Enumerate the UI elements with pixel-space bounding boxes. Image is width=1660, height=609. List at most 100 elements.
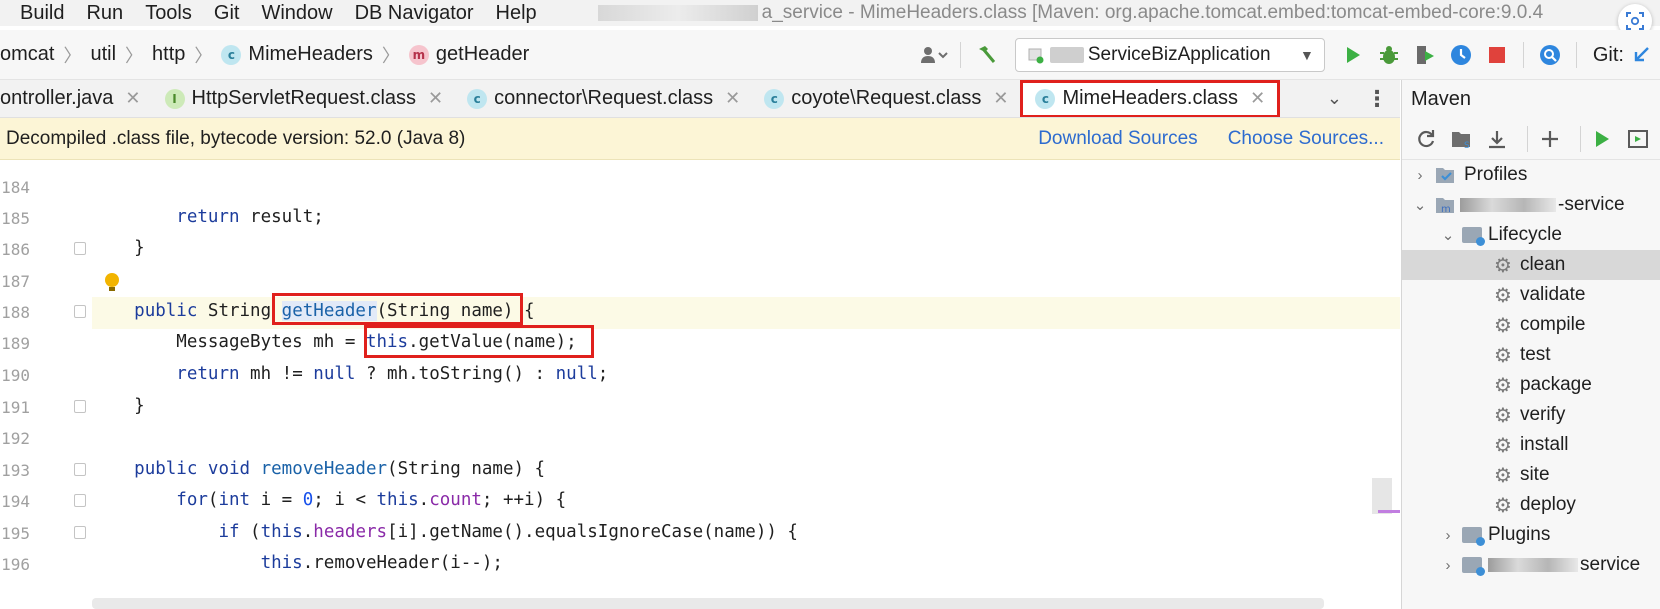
download-sources-link[interactable]: Download Sources xyxy=(1038,128,1197,150)
execute-goal-icon[interactable] xyxy=(1624,124,1652,154)
chevron-right-icon[interactable]: › xyxy=(1440,527,1456,544)
breadcrumb-http[interactable]: http xyxy=(152,43,185,66)
tree-label: install xyxy=(1519,434,1569,455)
tree-item-package[interactable]: ⚙ package xyxy=(1402,370,1660,400)
chevron-right-icon: 〉 xyxy=(63,45,82,66)
git-update-arrow-icon[interactable] xyxy=(1627,40,1657,70)
menu-bar: Build Run Tools Git Window DB Navigator … xyxy=(0,0,1660,38)
tree-label: package xyxy=(1519,374,1592,395)
breadcrumb-getheader[interactable]: getHeader xyxy=(436,43,529,66)
tree-item-validate[interactable]: ⚙ validate xyxy=(1402,280,1660,310)
line-number: 194 xyxy=(1,492,30,511)
more-options-icon[interactable]: ⋮ xyxy=(1366,86,1388,112)
tree-item-plugins[interactable]: › Plugins xyxy=(1402,520,1660,550)
debug-icon[interactable] xyxy=(1374,40,1404,70)
divider xyxy=(1522,42,1524,68)
chevron-right-icon[interactable]: › xyxy=(1412,167,1428,184)
download-icon[interactable] xyxy=(1483,124,1511,154)
tab-label: connector\Request.class xyxy=(494,87,714,109)
close-icon[interactable]: ✕ xyxy=(125,88,140,109)
chevron-down-icon[interactable]: ⌄ xyxy=(1327,88,1342,109)
run-configuration-select[interactable]: ServiceBizApplication ▼ xyxy=(1014,38,1325,72)
tree-item-clean[interactable]: ⚙ clean xyxy=(1402,250,1660,280)
stop-icon[interactable] xyxy=(1482,40,1512,70)
tree-item-test[interactable]: ⚙ test xyxy=(1402,340,1660,370)
choose-sources-link[interactable]: Choose Sources... xyxy=(1228,128,1384,150)
user-profile-icon[interactable] xyxy=(919,40,949,70)
intention-bulb-icon[interactable] xyxy=(102,272,122,294)
menu-run[interactable]: Run xyxy=(75,0,134,26)
tree-label: Lifecycle xyxy=(1488,224,1562,245)
coverage-icon[interactable] xyxy=(1410,40,1440,70)
run-maven-icon[interactable] xyxy=(1589,124,1617,154)
tree-item-verify[interactable]: ⚙ verify xyxy=(1402,400,1660,430)
tab-connector-request[interactable]: c connector\Request.class ✕ xyxy=(455,80,752,117)
code-editor[interactable]: 184 185 186 187 188 189 190 191 192 193 … xyxy=(0,160,1400,609)
tab-httpservletrequest[interactable]: I HttpServletRequest.class ✕ xyxy=(153,80,456,117)
tree-item-install[interactable]: ⚙ install xyxy=(1402,430,1660,460)
breadcrumb-tomcat[interactable]: omcat xyxy=(0,43,54,66)
maven-toolbar: S xyxy=(1402,118,1660,160)
menu-tools[interactable]: Tools xyxy=(134,0,203,26)
tree-item-dependency[interactable]: › service xyxy=(1402,550,1660,580)
tab-label: ontroller.java xyxy=(0,87,114,109)
breadcrumb-mimeheaders[interactable]: MimeHeaders xyxy=(248,43,372,66)
close-icon[interactable]: ✕ xyxy=(725,88,740,109)
menu-window[interactable]: Window xyxy=(250,0,343,26)
generate-sources-icon[interactable]: S xyxy=(1448,124,1476,154)
tab-controller-java[interactable]: ontroller.java ✕ xyxy=(0,80,153,117)
chevron-right-icon[interactable]: › xyxy=(1440,557,1456,574)
line-number: 184 xyxy=(1,178,30,197)
gear-icon: ⚙ xyxy=(1494,493,1512,517)
tree-label: compile xyxy=(1519,314,1586,335)
tree-item-compile[interactable]: ⚙ compile xyxy=(1402,310,1660,340)
close-icon[interactable]: ✕ xyxy=(1250,88,1265,109)
add-icon[interactable] xyxy=(1536,124,1564,154)
redacted-project-name xyxy=(1460,198,1556,212)
line-number: 191 xyxy=(1,398,30,417)
fold-marker-icon[interactable] xyxy=(74,526,86,539)
run-icon[interactable] xyxy=(1338,40,1368,70)
tree-item-profiles[interactable]: › Profiles xyxy=(1402,160,1660,190)
build-hammer-icon[interactable] xyxy=(972,40,1002,70)
menu-db-navigator[interactable]: DB Navigator xyxy=(344,0,485,26)
profiles-folder-icon xyxy=(1436,168,1454,183)
code-line: this.removeHeader(i--); xyxy=(260,553,503,573)
interface-icon: I xyxy=(164,88,185,109)
profiler-icon[interactable] xyxy=(1446,40,1476,70)
chevron-down-icon[interactable]: ⌄ xyxy=(1412,196,1428,214)
menu-help[interactable]: Help xyxy=(485,0,548,26)
gear-icon: ⚙ xyxy=(1494,373,1512,397)
close-icon[interactable]: ✕ xyxy=(993,88,1008,109)
error-stripe-mark[interactable] xyxy=(1378,510,1400,513)
tree-item-project[interactable]: ⌄ m -service xyxy=(1402,190,1660,220)
tab-mimeheaders-class[interactable]: c MimeHeaders.class ✕ xyxy=(1020,80,1281,117)
fold-marker-icon[interactable] xyxy=(74,400,86,413)
tree-item-lifecycle[interactable]: ⌄ Lifecycle xyxy=(1402,220,1660,250)
tree-label: clean xyxy=(1519,254,1566,275)
horizontal-scrollbar[interactable] xyxy=(92,598,1324,609)
tree-item-deploy[interactable]: ⚙ deploy xyxy=(1402,490,1660,520)
close-icon[interactable]: ✕ xyxy=(428,88,443,109)
search-everywhere-icon[interactable] xyxy=(1535,40,1565,70)
breadcrumb-util[interactable]: util xyxy=(90,43,116,66)
maven-tool-window: Maven S › Profiles ⌄ m -service ⌄ Lifecy… xyxy=(1401,80,1660,609)
code-line: return mh != null ? mh.toString() : null… xyxy=(176,364,609,384)
fold-marker-icon[interactable] xyxy=(74,242,86,255)
reload-icon[interactable] xyxy=(1412,124,1440,154)
tree-label: verify xyxy=(1519,404,1566,425)
fold-marker-icon[interactable] xyxy=(74,305,86,318)
tab-label: coyote\Request.class xyxy=(791,87,982,109)
fold-marker-icon[interactable] xyxy=(74,463,86,476)
window-title: a_service - MimeHeaders.class [Maven: or… xyxy=(597,2,1543,24)
scrollbar-thumb[interactable] xyxy=(1372,478,1392,514)
lifecycle-folder-icon xyxy=(1462,227,1485,246)
class-icon: c xyxy=(764,88,785,109)
tree-item-site[interactable]: ⚙ site xyxy=(1402,460,1660,490)
chevron-down-icon[interactable]: ⌄ xyxy=(1440,226,1456,244)
menu-git[interactable]: Git xyxy=(203,0,251,26)
fold-marker-icon[interactable] xyxy=(74,494,86,507)
redacted-config-prefix xyxy=(1049,47,1084,63)
tab-coyote-request[interactable]: c coyote\Request.class ✕ xyxy=(752,80,1020,117)
menu-build[interactable]: Build xyxy=(0,0,75,26)
